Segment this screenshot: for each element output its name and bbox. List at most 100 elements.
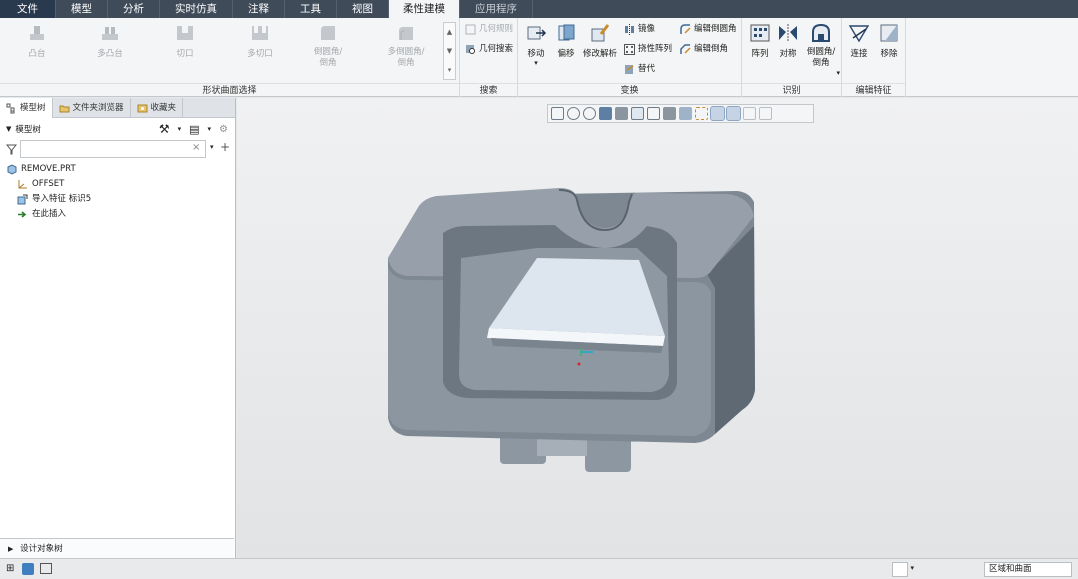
geometry-rule-icon — [465, 24, 476, 34]
tab-tools[interactable]: 工具 — [285, 0, 337, 18]
recognize-symmetry-button[interactable]: 对称 — [776, 22, 800, 59]
connect-icon — [848, 25, 870, 43]
tab-simulation[interactable]: 实时仿真 — [160, 0, 233, 18]
multi-boss-button[interactable]: 多凸台 — [92, 22, 128, 59]
mirror-button[interactable]: 镜像 — [624, 22, 655, 36]
multi-cut-button[interactable]: 多切口 — [242, 22, 278, 59]
filter-icon — [6, 144, 17, 155]
favorites-icon — [137, 104, 148, 112]
substitute-button[interactable]: 替代 — [624, 62, 655, 76]
modify-analysis-button[interactable]: 修改解析 — [580, 22, 620, 59]
search-group-label: 搜索 — [460, 83, 517, 97]
tree-search-input[interactable] — [20, 140, 206, 158]
recognize-group: 阵列 对称 倒圆角/ 倒角 ▾ 识别 — [742, 18, 842, 97]
model-tree-panel: 模型树 文件夹浏览器 收藏夹 ▼ 模型树 ⚒ ▾ ▤ ▾ ⚙ × ▾ + REM — [0, 98, 236, 558]
move-icon — [527, 26, 547, 40]
recognize-round-dropdown-icon[interactable]: ▾ — [836, 69, 840, 77]
tab-view[interactable]: 视图 — [337, 0, 389, 18]
scroll-up-icon[interactable]: ▲ — [444, 23, 455, 42]
gallery-expand-icon[interactable]: ▾ — [444, 61, 455, 80]
boss-button[interactable]: 凸台 — [22, 22, 52, 59]
model-tree: REMOVE.PRT OFFSET 导入特征 标识5 在此插入 — [6, 162, 91, 222]
tab-file[interactable]: 文件 — [0, 0, 56, 18]
tree-filter: × ▾ + — [4, 140, 230, 158]
insert-here-icon — [18, 211, 27, 218]
move-dropdown-icon[interactable]: ▾ — [522, 59, 550, 67]
tree-show-icon[interactable]: ▤ — [189, 123, 199, 136]
recognize-pattern-button[interactable]: 阵列 — [748, 22, 772, 59]
recognize-round-chamfer-button[interactable]: 倒圆角/ 倒角 ▾ — [804, 22, 840, 77]
tree-item-part[interactable]: REMOVE.PRT — [6, 162, 91, 177]
modify-analysis-icon — [591, 24, 610, 42]
move-button[interactable]: 移动 ▾ — [522, 22, 550, 67]
3d-model-view[interactable] — [237, 98, 1078, 558]
tree-item-offset[interactable]: OFFSET — [6, 177, 91, 192]
tree-filter-icon[interactable]: ⚙ — [219, 124, 228, 135]
transform-group-label: 变换 — [518, 83, 741, 97]
round-chamfer-icon — [321, 26, 335, 40]
tab-folder-browser[interactable]: 文件夹浏览器 — [53, 98, 131, 118]
edit-feature-group: 连接 移除 编辑特征 — [842, 18, 906, 97]
collapse-arrow-icon[interactable]: ▼ — [6, 125, 11, 133]
round-chamfer-button[interactable]: 倒圆角/ 倒角 — [306, 22, 350, 69]
navigator-toggle-icon[interactable]: ⊞ — [6, 563, 14, 574]
edit-round-button[interactable]: 编辑倒圆角 — [680, 22, 737, 36]
tab-annotate[interactable]: 注释 — [233, 0, 285, 18]
tab-applications[interactable]: 应用程序 — [460, 0, 533, 18]
edit-feature-group-label: 编辑特征 — [842, 83, 905, 97]
cut-icon — [177, 26, 193, 40]
menu-bar: 文件 模型 分析 实时仿真 注释 工具 视图 柔性建模 应用程序 — [0, 0, 1078, 18]
tree-settings-dropdown-icon[interactable]: ▾ — [178, 125, 182, 133]
browser-toggle-icon[interactable] — [22, 563, 34, 575]
geometry-search-button[interactable]: 几何搜索 — [465, 42, 513, 56]
tree-item-import-feature[interactable]: 导入特征 标识5 — [6, 192, 91, 207]
tab-favorites[interactable]: 收藏夹 — [131, 98, 184, 118]
status-bar: ⊞ ▾ 区域和曲面 — [0, 558, 1078, 579]
expand-arrow-icon[interactable]: ▶ — [8, 545, 13, 553]
scroll-down-icon[interactable]: ▼ — [444, 42, 455, 61]
mirror-icon — [625, 23, 634, 35]
design-object-tree[interactable]: ▶ 设计对象树 — [0, 538, 234, 558]
tab-flexible-modeling[interactable]: 柔性建模 — [389, 0, 460, 18]
geometry-rule-button[interactable]: 几何规则 — [465, 22, 513, 36]
connect-button[interactable]: 连接 — [846, 22, 872, 59]
selection-filter[interactable]: 区域和曲面 — [984, 562, 1072, 577]
cut-button[interactable]: 切口 — [170, 22, 200, 59]
tab-analysis[interactable]: 分析 — [108, 0, 160, 18]
offset-button[interactable]: 偏移 — [554, 22, 578, 59]
smart-select-icon[interactable] — [892, 562, 908, 577]
ribbon: 凸台 多凸台 切口 多切口 倒圆角/ 倒角 多倒圆角/ 倒角 ▲ ▼ ▾ 形状曲… — [0, 18, 1078, 97]
gallery-scroller[interactable]: ▲ ▼ ▾ — [443, 22, 456, 80]
flex-pattern-icon — [624, 43, 635, 55]
flex-pattern-button[interactable]: 挠性阵列 — [624, 42, 672, 56]
clear-search-icon[interactable]: × — [192, 142, 200, 153]
tree-item-insert-here[interactable]: 在此插入 — [6, 207, 91, 222]
geometry-search-icon — [466, 44, 475, 54]
pattern-icon — [750, 24, 770, 42]
panel-tabs: 模型树 文件夹浏览器 收藏夹 — [0, 98, 235, 118]
edit-chamfer-icon — [680, 43, 691, 54]
tab-model-tree[interactable]: 模型树 — [0, 98, 53, 118]
graphics-window[interactable] — [237, 98, 1078, 558]
tree-show-dropdown-icon[interactable]: ▾ — [208, 125, 212, 133]
edit-round-icon — [680, 23, 691, 34]
fullscreen-toggle-icon[interactable] — [40, 563, 52, 574]
edit-chamfer-button[interactable]: 编辑倒角 — [680, 42, 728, 56]
recognize-group-label: 识别 — [742, 83, 841, 97]
filter-dropdown-icon[interactable]: ▾ — [210, 143, 214, 151]
panel-title-bar: ▼ 模型树 ⚒ ▾ ▤ ▾ ⚙ — [0, 120, 234, 138]
shape-surface-group-label: 形状曲面选择 — [0, 83, 459, 97]
multi-round-chamfer-button[interactable]: 多倒圆角/ 倒角 — [378, 22, 434, 69]
boss-icon — [30, 26, 44, 40]
multi-boss-icon — [102, 27, 118, 40]
symmetry-icon — [779, 24, 797, 42]
tab-model[interactable]: 模型 — [56, 0, 108, 18]
remove-button[interactable]: 移除 — [876, 22, 902, 59]
tree-settings-icon[interactable]: ⚒ — [159, 122, 170, 136]
search-group: 几何规则 几何搜索 搜索 — [460, 18, 518, 97]
add-filter-icon[interactable]: + — [220, 140, 230, 154]
smart-select-dropdown-icon[interactable]: ▾ — [910, 564, 914, 572]
csys-icon — [18, 180, 27, 189]
remove-icon — [880, 24, 898, 42]
import-feature-icon — [17, 194, 28, 205]
